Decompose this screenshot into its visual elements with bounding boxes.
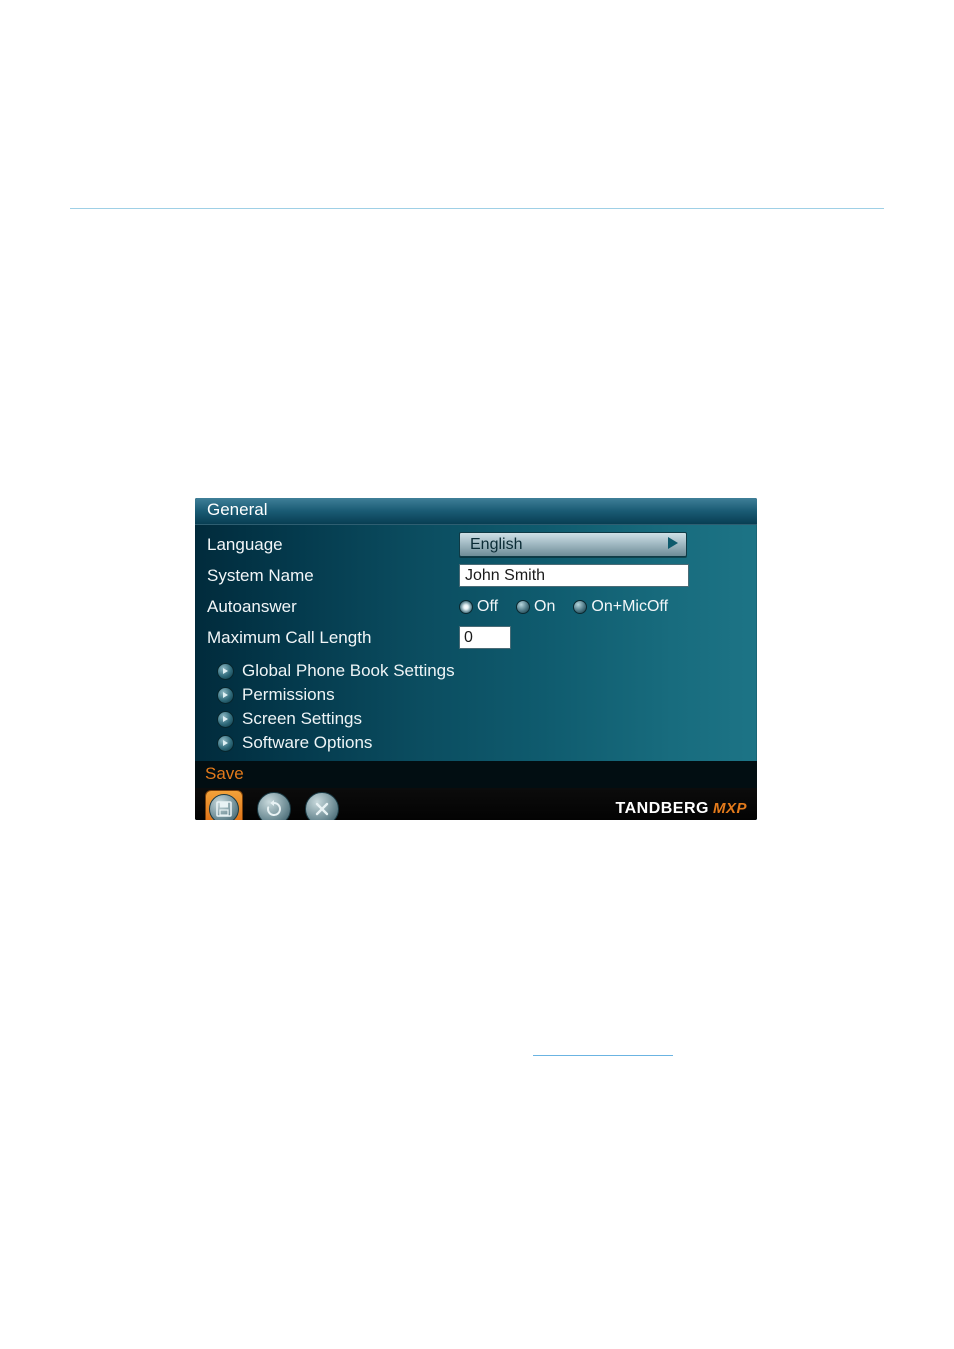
panel-body: Language English System Name Autoanswer … — [195, 525, 757, 761]
radio-dot-icon — [459, 600, 473, 614]
autoanswer-on-radio[interactable]: On — [516, 598, 555, 616]
bottom-toolbar: TANDBERG MXP — [195, 788, 757, 820]
autoanswer-onmicoff-radio[interactable]: On+MicOff — [573, 598, 668, 616]
close-icon — [314, 801, 330, 817]
small-underline — [533, 1055, 673, 1056]
row-max-call-length: Maximum Call Length — [195, 622, 757, 653]
language-value: English — [470, 536, 522, 554]
chevron-right-icon — [668, 536, 678, 554]
save-hint-bar: Save — [195, 761, 757, 788]
brand-suffix: MXP — [713, 800, 747, 817]
sublink-permissions[interactable]: Permissions — [217, 683, 757, 707]
sublink-global-phone-book[interactable]: Global Phone Book Settings — [217, 659, 757, 683]
sublink-software-options-label: Software Options — [242, 733, 372, 753]
close-button[interactable] — [305, 792, 339, 820]
toolbar-buttons — [205, 790, 339, 820]
save-hint-label: Save — [205, 764, 244, 783]
brand-logo: TANDBERG MXP — [616, 800, 748, 818]
panel-title: General — [195, 498, 757, 525]
autoanswer-off-label: Off — [477, 598, 498, 616]
radio-dot-icon — [516, 600, 530, 614]
save-button[interactable] — [205, 790, 243, 820]
bullet-play-icon — [217, 663, 234, 680]
system-name-label: System Name — [207, 566, 459, 586]
brand-name: TANDBERG — [616, 800, 709, 818]
row-autoanswer: Autoanswer Off On On+MicOff — [195, 591, 757, 622]
save-icon — [216, 801, 232, 817]
radio-dot-icon — [573, 600, 587, 614]
row-system-name: System Name — [195, 560, 757, 591]
bullet-play-icon — [217, 711, 234, 728]
panel-title-text: General — [207, 500, 267, 519]
autoanswer-label: Autoanswer — [207, 597, 459, 617]
autoanswer-on-label: On — [534, 598, 555, 616]
autoanswer-onmicoff-label: On+MicOff — [591, 598, 668, 616]
refresh-button[interactable] — [257, 792, 291, 820]
sublink-permissions-label: Permissions — [242, 685, 335, 705]
sublink-screen-settings-label: Screen Settings — [242, 709, 362, 729]
general-settings-panel: General Language English System Name Aut… — [195, 498, 757, 820]
language-dropdown[interactable]: English — [459, 532, 687, 557]
max-call-length-input[interactable] — [459, 626, 511, 649]
system-name-input[interactable] — [459, 564, 689, 587]
autoanswer-off-radio[interactable]: Off — [459, 598, 498, 616]
language-label: Language — [207, 535, 459, 555]
sublinks-list: Global Phone Book Settings Permissions S… — [195, 653, 757, 761]
max-call-length-label: Maximum Call Length — [207, 628, 459, 648]
sublink-global-phone-book-label: Global Phone Book Settings — [242, 661, 455, 681]
horizontal-rule — [70, 208, 884, 209]
refresh-icon — [265, 800, 283, 818]
sublink-software-options[interactable]: Software Options — [217, 731, 757, 755]
bullet-play-icon — [217, 687, 234, 704]
sublink-screen-settings[interactable]: Screen Settings — [217, 707, 757, 731]
row-language: Language English — [195, 529, 757, 560]
bullet-play-icon — [217, 735, 234, 752]
autoanswer-radio-group: Off On On+MicOff — [459, 598, 668, 616]
